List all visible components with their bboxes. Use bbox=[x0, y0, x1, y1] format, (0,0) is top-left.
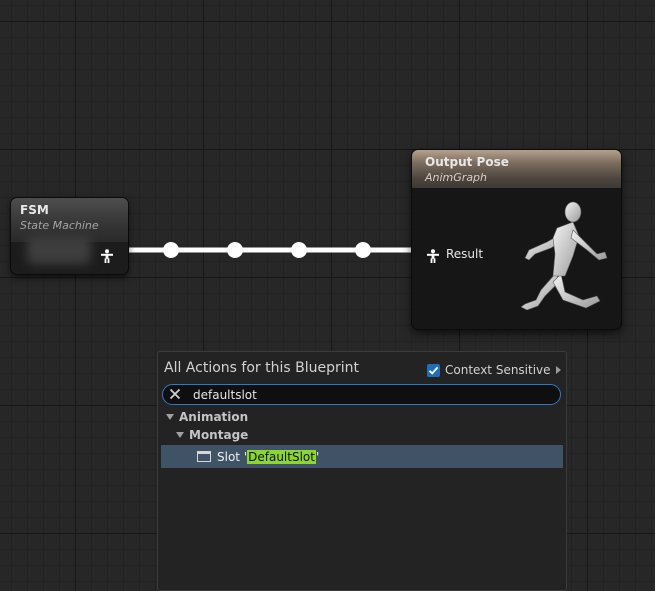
tree-category-animation[interactable]: Animation bbox=[161, 408, 563, 426]
tree-category-label: Montage bbox=[189, 428, 249, 442]
output-pose-subtitle: AnimGraph bbox=[425, 171, 488, 184]
action-tree: Animation Montage Slot 'DefaultSlot' bbox=[161, 408, 563, 468]
fsm-node-preview bbox=[27, 236, 91, 264]
reroute-knot[interactable] bbox=[163, 242, 179, 258]
reroute-knot[interactable] bbox=[355, 242, 371, 258]
anim-graph-canvas[interactable]: FSM State Machine Output Pose AnimGraph … bbox=[0, 0, 655, 591]
tree-category-montage[interactable]: Montage bbox=[161, 426, 563, 444]
context-sensitive-toggle[interactable]: Context Sensitive bbox=[427, 361, 561, 379]
tree-item-label-prefix: Slot ' bbox=[217, 449, 248, 464]
reroute-knot[interactable] bbox=[227, 242, 243, 258]
expand-triangle-icon[interactable] bbox=[166, 414, 174, 420]
tree-item-label-suffix: ' bbox=[315, 449, 320, 464]
fsm-node-title: FSM bbox=[20, 203, 49, 217]
tree-category-label: Animation bbox=[179, 410, 249, 424]
output-pose-node[interactable]: Output Pose AnimGraph Result bbox=[412, 150, 621, 329]
expand-triangle-icon[interactable] bbox=[176, 432, 184, 438]
action-menu: All Actions for this Blueprint Context S… bbox=[157, 351, 567, 591]
output-pose-title: Output Pose bbox=[425, 155, 509, 169]
chevron-right-icon[interactable] bbox=[555, 366, 561, 374]
slot-node-icon bbox=[197, 451, 211, 462]
action-search-box[interactable] bbox=[162, 384, 561, 405]
close-icon[interactable] bbox=[168, 387, 182, 401]
reroute-knot[interactable] bbox=[291, 242, 307, 258]
tree-item-label: Slot 'DefaultSlot' bbox=[217, 449, 320, 464]
search-match-highlight: DefaultSlot bbox=[247, 449, 316, 464]
result-pin-label: Result bbox=[446, 247, 484, 261]
context-sensitive-label[interactable]: Context Sensitive bbox=[445, 363, 551, 377]
pose-pin-icon[interactable] bbox=[426, 249, 440, 263]
checkbox-checked-icon[interactable] bbox=[427, 363, 440, 377]
tree-item-slot-defaultslot[interactable]: Slot 'DefaultSlot' bbox=[161, 445, 563, 468]
action-menu-title: All Actions for this Blueprint bbox=[164, 360, 359, 376]
pose-pin-icon[interactable] bbox=[100, 249, 114, 263]
fsm-node[interactable]: FSM State Machine bbox=[11, 198, 128, 274]
output-pose-header[interactable]: Output Pose AnimGraph bbox=[412, 150, 621, 188]
fsm-node-subtitle: State Machine bbox=[20, 219, 99, 232]
running-mannequin-icon bbox=[520, 201, 608, 311]
action-search-input[interactable] bbox=[193, 386, 533, 403]
